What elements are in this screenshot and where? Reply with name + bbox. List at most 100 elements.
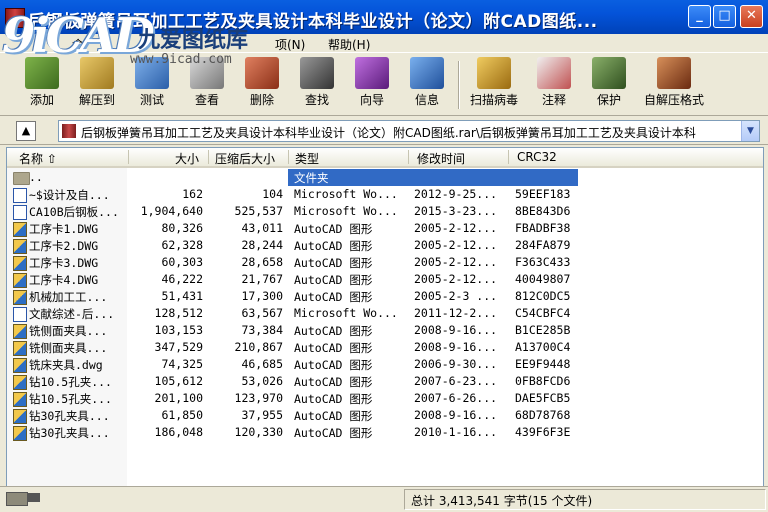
table-row[interactable]: 钻30孔夹具... 61,850 37,955 AutoCAD 图形 2008-9-16… <box>7 407 763 424</box>
file-type: AutoCAD 图形 <box>294 426 373 440</box>
column-type[interactable]: 类型 <box>295 150 319 167</box>
status-bar: 总计 3,413,541 字节(15 个文件) <box>0 486 768 512</box>
protect-button[interactable]: 保护 <box>581 57 637 113</box>
wizard-button[interactable]: 向导 <box>344 57 400 113</box>
file-crc: 40049807 <box>515 272 571 286</box>
file-crc: A13700C4 <box>515 340 571 354</box>
table-row[interactable]: 铣侧面夹具... 347,529 210,867 AutoCAD 图形 2008-9-1… <box>7 339 763 356</box>
up-folder-button[interactable]: ▲ <box>16 121 36 141</box>
autocad-file-icon <box>13 392 27 407</box>
file-name: CA10B后钢板... <box>29 205 119 219</box>
file-packed: 28,244 <box>241 238 283 252</box>
file-size: 105,612 <box>154 374 203 388</box>
find-icon <box>300 57 334 89</box>
file-name: 钻30孔夹具... <box>29 409 110 423</box>
winrar-icon[interactable] <box>5 8 25 28</box>
file-name: 钻10.5孔夹... <box>29 375 112 389</box>
file-packed: 63,567 <box>241 306 283 320</box>
add-archive-icon <box>25 57 59 89</box>
file-type: AutoCAD 图形 <box>294 273 373 287</box>
file-size: 186,048 <box>154 425 203 439</box>
autocad-file-icon <box>13 273 27 288</box>
sfx-button[interactable]: 自解压格式 <box>638 57 710 113</box>
file-type: AutoCAD 图形 <box>294 256 373 270</box>
file-name: 工序卡4.DWG <box>29 273 99 287</box>
file-size: 128,512 <box>154 306 203 320</box>
autocad-file-icon <box>13 341 27 356</box>
table-row[interactable]: 工序卡3.DWG 60,303 28,658 AutoCAD 图形 2005-2-12.… <box>7 254 763 271</box>
file-size: 61,850 <box>161 408 203 422</box>
file-type: AutoCAD 图形 <box>294 324 373 338</box>
file-packed: 37,955 <box>241 408 283 422</box>
table-row[interactable]: .. 文件夹 <box>7 169 763 186</box>
file-size: 80,326 <box>161 221 203 235</box>
comment-icon <box>537 57 571 89</box>
file-type: AutoCAD 图形 <box>294 375 373 389</box>
close-button[interactable]: ✕ <box>740 5 763 28</box>
info-icon <box>410 57 444 89</box>
file-modified: 2006-9-30... <box>414 357 498 371</box>
column-size[interactable]: 大小 <box>175 150 199 167</box>
file-name: .. <box>29 170 43 184</box>
file-crc: 68D78768 <box>515 408 571 422</box>
table-row[interactable]: 钻30孔夹具... 186,048 120,330 AutoCAD 图形 2010-1-… <box>7 424 763 441</box>
address-path-field[interactable]: 后钢板弹簧吊耳加工工艺及夹具设计本科毕业设计（论文）附CAD图纸.rar\后钢板… <box>58 120 760 142</box>
file-type: Microsoft Wo... <box>294 204 398 218</box>
table-row[interactable]: CA10B后钢板... 1,904,640 525,537 Microsoft Wo.… <box>7 203 763 220</box>
info-button[interactable]: 信息 <box>399 57 455 113</box>
table-row[interactable]: 钻10.5孔夹... 105,612 53,026 AutoCAD 图形 2007-6-… <box>7 373 763 390</box>
file-list[interactable]: 名称 ⇧ 大小 压缩后大小 类型 修改时间 CRC32 .. 文件夹 ~$设计及自.… <box>6 147 764 487</box>
file-type: AutoCAD 图形 <box>294 239 373 253</box>
table-row[interactable]: 机械加工工... 51,431 17,300 AutoCAD 图形 2005-2-3 .… <box>7 288 763 305</box>
file-packed: 104 <box>262 187 283 201</box>
comment-button[interactable]: 注释 <box>526 57 582 113</box>
file-name: 工序卡1.DWG <box>29 222 99 236</box>
file-name: 文献综述-后... <box>29 307 115 321</box>
delete-icon <box>245 57 279 89</box>
archive-icon <box>62 124 76 138</box>
selection-highlight <box>288 169 578 186</box>
delete-button[interactable]: 删除 <box>234 57 290 113</box>
test-button[interactable]: 测试 <box>124 57 180 113</box>
table-row[interactable]: 工序卡4.DWG 46,222 21,767 AutoCAD 图形 2005-2-12.… <box>7 271 763 288</box>
minimize-button[interactable]: _ <box>688 5 711 28</box>
toolbar: 添加 解压到 测试 查看 删除 查找 向导 信息 扫描病毒 注释 保护 自解压格… <box>0 52 768 116</box>
file-crc: C54CBFC4 <box>515 306 571 320</box>
column-name[interactable]: 名称 ⇧ <box>19 150 57 167</box>
menu-command[interactable]: 命 <box>72 36 84 53</box>
table-row[interactable]: 工序卡1.DWG 80,326 43,011 AutoCAD 图形 2005-2-12.… <box>7 220 763 237</box>
sfx-icon <box>657 57 691 89</box>
extract-to-button[interactable]: 解压到 <box>69 57 125 113</box>
column-crc32[interactable]: CRC32 <box>517 150 557 164</box>
menu-bar: 命 项(N) 帮助(H) <box>0 34 768 52</box>
find-button[interactable]: 查找 <box>289 57 345 113</box>
menu-options[interactable]: 项(N) <box>275 36 305 53</box>
autocad-file-icon <box>13 256 27 271</box>
table-row[interactable]: ~$设计及自... 162 104 Microsoft Wo... 2012-9-25.… <box>7 186 763 203</box>
table-row[interactable]: 钻10.5孔夹... 201,100 123,970 AutoCAD 图形 2007-6… <box>7 390 763 407</box>
table-row[interactable]: 文献综述-后... 128,512 63,567 Microsoft Wo... 201… <box>7 305 763 322</box>
file-packed: 17,300 <box>241 289 283 303</box>
table-row[interactable]: 工序卡2.DWG 62,328 28,244 AutoCAD 图形 2005-2-12.… <box>7 237 763 254</box>
table-row[interactable]: 铣床夹具.dwg 74,325 46,685 AutoCAD 图形 2006-9-30.… <box>7 356 763 373</box>
file-packed: 73,384 <box>241 323 283 337</box>
add-button[interactable]: 添加 <box>14 57 70 113</box>
sort-up-icon: ⇧ <box>46 152 57 166</box>
file-modified: 2005-2-12... <box>414 272 498 286</box>
file-type: AutoCAD 图形 <box>294 392 373 406</box>
word-document-icon <box>13 188 27 203</box>
column-packed[interactable]: 压缩后大小 <box>215 150 275 167</box>
column-modified[interactable]: 修改时间 <box>417 150 465 167</box>
table-row[interactable]: 铣侧面夹具... 103,153 73,384 AutoCAD 图形 2008-9-16… <box>7 322 763 339</box>
file-crc: DAE5FCB5 <box>515 391 571 405</box>
menu-help[interactable]: 帮助(H) <box>328 36 370 53</box>
autocad-file-icon <box>13 358 27 373</box>
maximize-button[interactable]: □ <box>713 5 736 28</box>
file-packed: 28,658 <box>241 255 283 269</box>
view-button[interactable]: 查看 <box>179 57 235 113</box>
autocad-file-icon <box>13 222 27 237</box>
virus-scan-button[interactable]: 扫描病毒 <box>462 57 526 113</box>
file-modified: 2005-2-3 ... <box>414 289 498 303</box>
file-name: 铣侧面夹具... <box>29 324 108 338</box>
chevron-down-icon[interactable]: ▼ <box>741 121 759 141</box>
